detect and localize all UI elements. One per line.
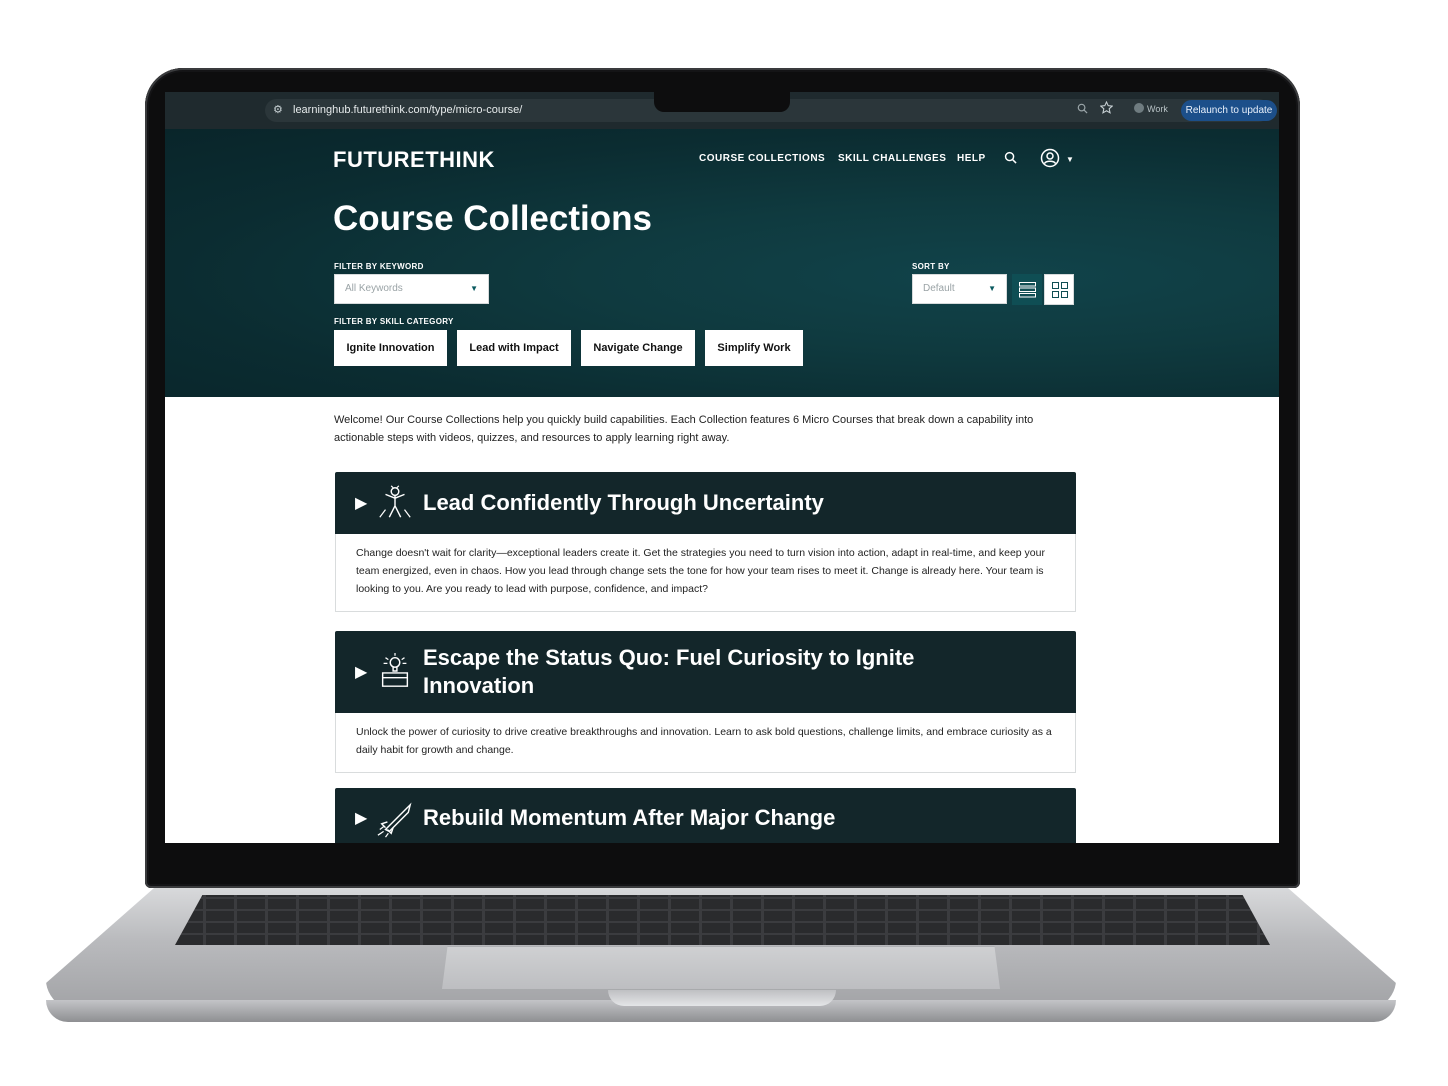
expand-arrow-icon[interactable]: ▶	[355, 493, 367, 513]
laptop-keyboard	[175, 895, 1270, 945]
search-icon[interactable]	[1004, 151, 1017, 169]
profile-avatar	[1134, 103, 1144, 113]
site-info-icon[interactable]: ⚙	[273, 104, 285, 116]
nav-help[interactable]: HELP	[957, 153, 986, 164]
laptop-trackpad	[442, 946, 1000, 989]
relaunch-button[interactable]: Relaunch to update	[1181, 100, 1277, 121]
bookmark-star-icon[interactable]	[1099, 100, 1114, 117]
laptop-screen: ⚙ learninghub.futurethink.com/type/micro…	[165, 92, 1279, 843]
expand-arrow-icon[interactable]: ▶	[355, 808, 367, 828]
collection-title[interactable]: Rebuild Momentum After Major Change	[423, 804, 835, 832]
grid-view-icon	[1052, 282, 1068, 298]
collection-title[interactable]: Lead Confidently Through Uncertainty	[423, 489, 824, 517]
address-bar-url[interactable]: learninghub.futurethink.com/type/micro-c…	[293, 104, 522, 116]
collection-header[interactable]: ▶ Escape the Status Quo: Fuel Curiosity …	[335, 631, 1076, 713]
sort-select[interactable]: Default ▼	[912, 274, 1007, 304]
intro-text: Welcome! Our Course Collections help you…	[334, 414, 1034, 444]
collection-card[interactable]: ▶ Escape the Status Quo: Fuel Curiosity …	[335, 631, 1076, 773]
collection-header[interactable]: ▶ Lead Confidently Through Uncertainty	[335, 472, 1076, 534]
keyword-select[interactable]: All Keywords ▼	[334, 274, 489, 304]
category-navigate-change[interactable]: Navigate Change	[581, 330, 695, 366]
leader-icon	[379, 485, 411, 518]
category-lead-with-impact[interactable]: Lead with Impact	[457, 330, 571, 366]
sort-by-label: SORT BY	[912, 262, 950, 271]
zoom-icon[interactable]	[1077, 103, 1088, 117]
rocket-icon	[377, 802, 412, 838]
collection-header[interactable]: ▶ Rebuild Momentum After Major Change	[335, 788, 1076, 843]
category-simplify-work[interactable]: Simplify Work	[705, 330, 803, 366]
list-view-button[interactable]	[1012, 274, 1042, 305]
laptop-open-notch	[608, 990, 836, 1006]
idea-box-icon	[381, 652, 409, 687]
list-view-icon	[1019, 282, 1036, 298]
filter-category-label: FILTER BY SKILL CATEGORY	[334, 317, 454, 326]
keyword-select-value: All Keywords	[345, 283, 403, 294]
filter-keyword-label: FILTER BY KEYWORD	[334, 262, 424, 271]
expand-arrow-icon[interactable]: ▶	[355, 662, 367, 682]
site-logo[interactable]: FUTURETHINK	[333, 147, 495, 173]
chevron-down-icon[interactable]: ▼	[1066, 155, 1074, 164]
chevron-down-icon: ▼	[988, 284, 996, 293]
collection-card[interactable]: ▶ Lead Confidently Through Uncertainty C…	[335, 472, 1076, 612]
collection-description: Change doesn't wait for clarity—exceptio…	[335, 534, 1076, 612]
chevron-down-icon: ▼	[470, 284, 478, 293]
profile-chip[interactable]: Work	[1134, 103, 1168, 114]
page-title: Course Collections	[333, 199, 652, 238]
grid-view-button[interactable]	[1044, 274, 1074, 305]
collection-description: Unlock the power of curiosity to drive c…	[335, 713, 1076, 773]
category-ignite-innovation[interactable]: Ignite Innovation	[334, 330, 447, 366]
hero-section: FUTURETHINK COURSE COLLECTIONS SKILL CHA…	[165, 129, 1279, 397]
user-account-icon[interactable]	[1040, 148, 1060, 173]
sort-select-value: Default	[923, 283, 955, 294]
camera-notch	[654, 92, 790, 112]
nav-course-collections[interactable]: COURSE COLLECTIONS	[699, 153, 825, 164]
collection-card[interactable]: ▶ Rebuild Momentum After Major Change	[335, 788, 1076, 843]
profile-label: Work	[1147, 104, 1168, 114]
collection-title[interactable]: Escape the Status Quo: Fuel Curiosity to…	[423, 644, 983, 700]
nav-skill-challenges[interactable]: SKILL CHALLENGES	[838, 153, 946, 164]
